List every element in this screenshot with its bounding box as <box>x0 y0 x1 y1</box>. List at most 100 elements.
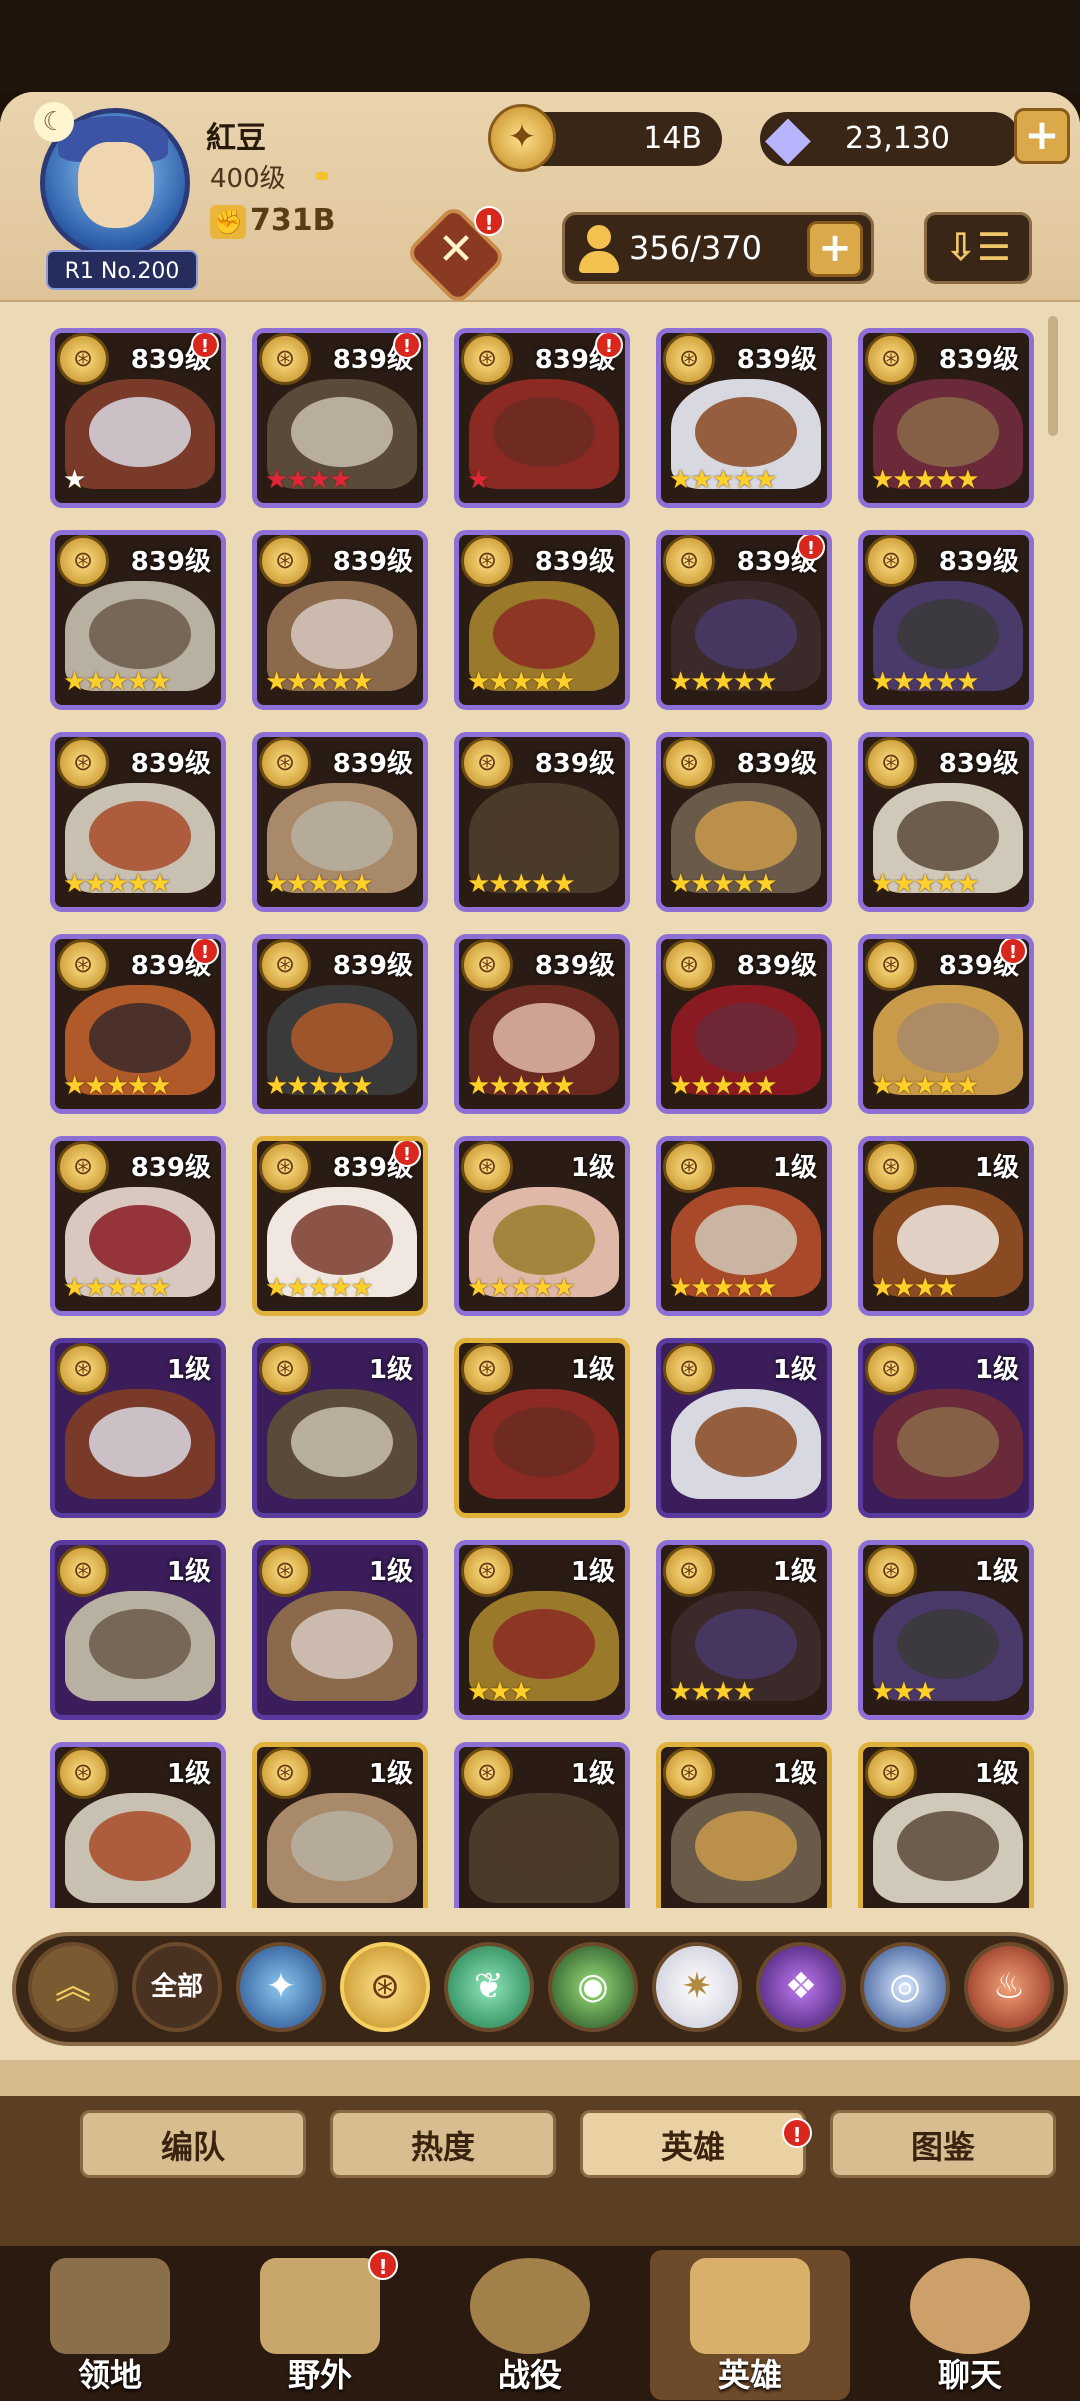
hero-stars: ★ <box>467 465 490 495</box>
hero-card[interactable]: ⊛ 839级 ★★★★! <box>252 328 428 508</box>
hero-card[interactable]: ⊛ 839级 ★★★★★ <box>252 934 428 1114</box>
nav-territory[interactable]: 领地 <box>10 2250 210 2400</box>
hero-card[interactable]: ⊛ 839级 ★★★★★! <box>858 934 1034 1114</box>
sort-button[interactable]: ⇩☰ <box>924 212 1032 284</box>
faction-icon: ⊛ <box>259 1343 311 1395</box>
hero-special-button[interactable]: ✕ ! <box>404 203 508 307</box>
hero-card[interactable]: ⊛ 839级 ★★★★★ <box>858 328 1034 508</box>
hero-card[interactable]: ⊛ 1级 <box>656 1742 832 1908</box>
hero-card[interactable]: ⊛ 839级 ★★★★★ <box>454 934 630 1114</box>
hero-card[interactable]: ⊛ 1级 <box>858 1338 1034 1518</box>
tab-codex[interactable]: 图鉴 <box>830 2110 1056 2178</box>
hero-card[interactable]: ⊛ 839级 ★★★★★ <box>252 732 428 912</box>
hero-face <box>89 599 191 669</box>
expand-slots-button[interactable]: + <box>807 221 863 277</box>
nav-heroes-label: 英雄 <box>717 2356 782 2394</box>
faction-icon: ⊛ <box>461 1141 513 1193</box>
faction-icon: ⊛ <box>57 1747 109 1799</box>
hero-stars: ★★★★★ <box>63 1273 172 1303</box>
wilder-icon[interactable]: ❦ <box>444 1942 534 2032</box>
hero-level: 1级 <box>974 1153 1019 1183</box>
hero-level: 1级 <box>166 1557 211 1587</box>
hero-card[interactable]: ⊛ 1级 ★★★★★ <box>454 1136 630 1316</box>
collapse-chevron-icon[interactable]: ︽ <box>28 1942 118 2032</box>
faction-icon: ⊛ <box>259 1747 311 1799</box>
star-faction-icon[interactable]: ✷ <box>652 1942 742 2032</box>
hero-face <box>493 1609 595 1679</box>
faction-icon: ⊛ <box>663 1545 715 1597</box>
hero-card[interactable]: ⊛ 839级 ★★★★★ <box>656 732 832 912</box>
hero-card[interactable]: ⊛ 839级 ★★★★★! <box>252 1136 428 1316</box>
nav-campaign[interactable]: 战役 <box>430 2250 630 2400</box>
player-avatar[interactable]: ☾ R1 No.200 <box>28 102 198 292</box>
hero-card[interactable]: ⊛ 1级 <box>252 1540 428 1720</box>
hero-card[interactable]: ⊛ 839级 ★! <box>50 328 226 508</box>
hero-level: 839级 <box>938 345 1019 375</box>
graveborn-eye-icon[interactable]: ◉ <box>548 1942 638 2032</box>
hero-card[interactable]: ⊛ 839级 ★★★★★ <box>50 732 226 912</box>
hero-face <box>897 599 999 669</box>
hero-stars: ★★★★★ <box>265 1273 374 1303</box>
hypogean-icon[interactable]: ❖ <box>756 1942 846 2032</box>
hero-card[interactable]: ⊛ 1级 ★★★ <box>858 1540 1034 1720</box>
hero-level: 839级 <box>332 749 413 779</box>
faction-icon: ⊛ <box>663 1141 715 1193</box>
tab-heroes-badge: ! <box>782 2118 812 2148</box>
hero-card[interactable]: ⊛ 1级 <box>858 1742 1034 1908</box>
nav-wilds[interactable]: ! 野外 <box>220 2250 420 2400</box>
castle-icon <box>50 2258 170 2354</box>
mauler-icon[interactable]: ♨ <box>964 1942 1054 2032</box>
hero-card[interactable]: ⊛ 1级 <box>454 1742 630 1908</box>
hero-card[interactable]: ⊛ 839级 ★★★★★ <box>858 530 1034 710</box>
hero-card[interactable]: ⊛ 839级 ★★★★★ <box>252 530 428 710</box>
hero-card[interactable]: ⊛ 839级 ★★★★★ <box>858 732 1034 912</box>
hero-face <box>897 1811 999 1881</box>
grid-scrollbar[interactable] <box>1048 316 1058 436</box>
hero-card[interactable]: ⊛ 1级 ★★★★ <box>858 1136 1034 1316</box>
hero-face <box>291 1609 393 1679</box>
tab-formation[interactable]: 编队 <box>80 2110 306 2178</box>
hero-stars: ★★★★★ <box>467 1273 576 1303</box>
hero-card[interactable]: ⊛ 839级 ★★★★★ <box>50 1136 226 1316</box>
hero-stars: ★★★★★ <box>63 1071 172 1101</box>
hero-card[interactable]: ⊛ 839级 ★★★★★ <box>454 732 630 912</box>
diamond-icon: ◆ <box>764 102 812 172</box>
hero-card[interactable]: ⊛ 1级 ★★★ <box>454 1540 630 1720</box>
hero-face <box>89 1609 191 1679</box>
hero-card[interactable]: ⊛ 1级 <box>50 1742 226 1908</box>
tab-popularity[interactable]: 热度 <box>330 2110 556 2178</box>
nav-chat[interactable]: 聊天 <box>870 2250 1070 2400</box>
faction-icon: ⊛ <box>57 535 109 587</box>
nav-heroes[interactable]: 英雄 <box>650 2250 850 2400</box>
faction-icon: ⊛ <box>57 737 109 789</box>
dimensional-icon[interactable]: ◎ <box>860 1942 950 2032</box>
hero-face <box>897 1407 999 1477</box>
hero-card[interactable]: ⊛ 1级 <box>252 1338 428 1518</box>
hero-card[interactable]: ⊛ 839级 ★★★★★! <box>656 530 832 710</box>
person-icon <box>577 225 621 275</box>
add-gems-button[interactable]: + <box>1014 108 1070 164</box>
tab-heroes[interactable]: 英雄 <box>580 2110 806 2178</box>
hero-card[interactable]: ⊛ 1级 ★★★★★ <box>656 1136 832 1316</box>
celestial-faction-icon[interactable]: ⊛ <box>340 1942 430 2032</box>
hero-card[interactable]: ⊛ 839级 ★★★★★ <box>656 934 832 1114</box>
hero-face <box>291 397 393 467</box>
hero-level: 839级 <box>534 951 615 981</box>
hero-level: 839级 <box>332 951 413 981</box>
lightbearer-icon[interactable]: ✦ <box>236 1942 326 2032</box>
hero-card[interactable]: ⊛ 1级 <box>252 1742 428 1908</box>
hero-face <box>695 1811 797 1881</box>
hero-card[interactable]: ⊛ 1级 <box>454 1338 630 1518</box>
hero-card[interactable]: ⊛ 839级 ★★★★★ <box>454 530 630 710</box>
hero-card[interactable]: ⊛ 1级 <box>656 1338 832 1518</box>
hero-card[interactable]: ⊛ 839级 ★★★★★! <box>50 934 226 1114</box>
hero-card[interactable]: ⊛ 839级 ★! <box>454 328 630 508</box>
filter-all-button[interactable]: 全部 <box>132 1942 222 2032</box>
hero-card[interactable]: ⊛ 1级 <box>50 1338 226 1518</box>
hero-card[interactable]: ⊛ 1级 <box>50 1540 226 1720</box>
hero-stars: ★★★★★ <box>871 465 980 495</box>
hero-card[interactable]: ⊛ 839级 ★★★★★ <box>50 530 226 710</box>
hero-level: 1级 <box>570 1355 615 1385</box>
hero-card[interactable]: ⊛ 839级 ★★★★★ <box>656 328 832 508</box>
hero-card[interactable]: ⊛ 1级 ★★★★ <box>656 1540 832 1720</box>
